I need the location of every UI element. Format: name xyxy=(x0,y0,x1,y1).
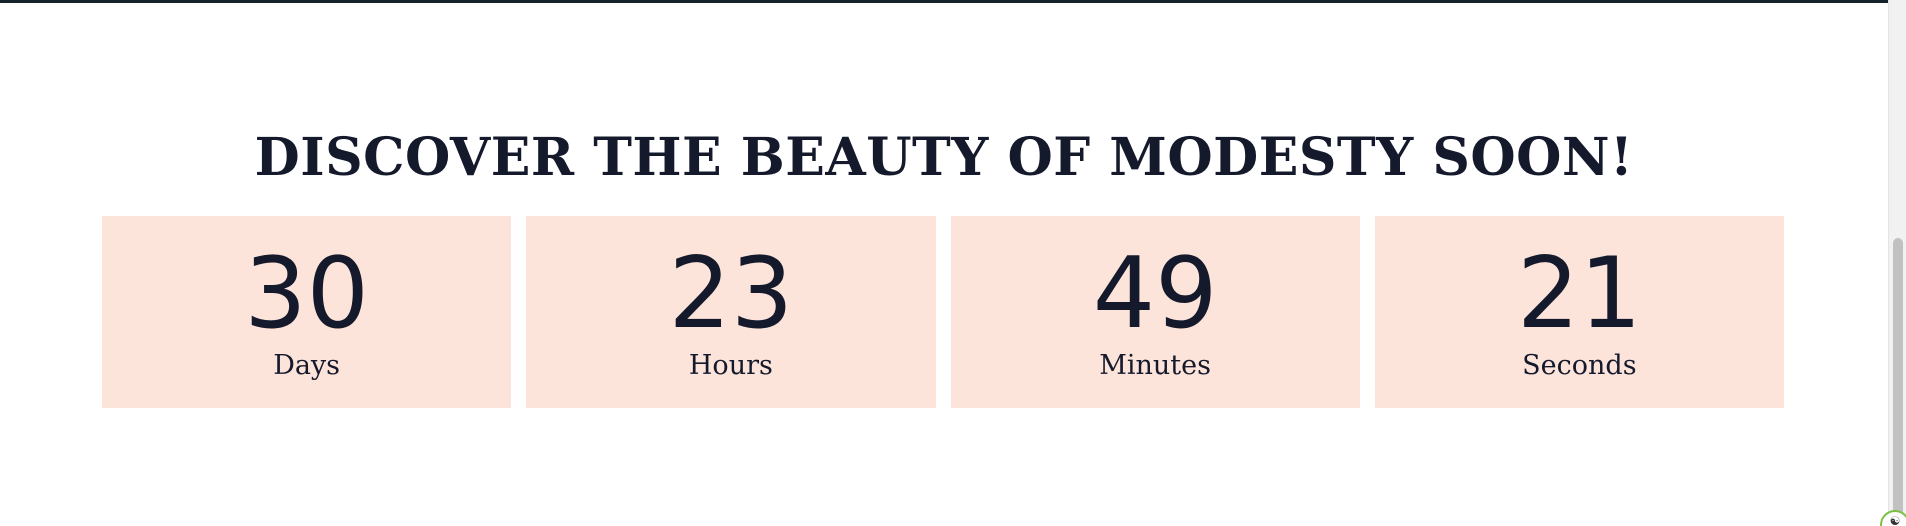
countdown-seconds: 21 Seconds xyxy=(1374,216,1784,408)
vertical-scrollbar[interactable] xyxy=(1888,0,1906,526)
countdown-minutes: 49 Minutes xyxy=(950,216,1360,408)
accessibility-widget-button[interactable]: ☯ xyxy=(1880,510,1906,526)
minutes-label: Minutes xyxy=(1099,350,1211,381)
hours-value: 23 xyxy=(668,237,794,351)
header-divider xyxy=(0,0,1888,3)
seconds-label: Seconds xyxy=(1522,350,1637,381)
page: DISCOVER THE BEAUTY OF MODESTY SOON! 30 … xyxy=(0,0,1906,526)
hours-label: Hours xyxy=(688,350,773,381)
countdown-hours: 23 Hours xyxy=(526,216,936,408)
countdown-timer: 30 Days 23 Hours 49 Minutes 21 Seconds xyxy=(102,216,1784,408)
countdown-headline: DISCOVER THE BEAUTY OF MODESTY SOON! xyxy=(254,127,1634,188)
days-label: Days xyxy=(273,350,341,381)
accessibility-icon: ☯ xyxy=(1889,514,1901,526)
minutes-value: 49 xyxy=(1092,237,1218,351)
scrollbar-thumb[interactable] xyxy=(1893,238,1903,526)
countdown-days: 30 Days xyxy=(102,216,512,408)
seconds-value: 21 xyxy=(1517,237,1642,351)
days-value: 30 xyxy=(244,237,369,351)
